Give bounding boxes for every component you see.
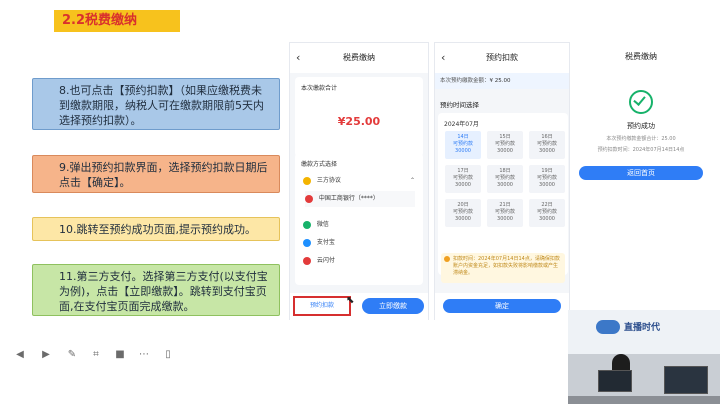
date-cell[interactable]: 21日 可预约款 30000 [487, 199, 523, 227]
monitor-left [598, 370, 632, 392]
phone3-header: 税费缴纳 [577, 42, 705, 72]
phone1-footer: 预约扣款 立即缴款 ⬉ [290, 293, 428, 321]
phone2-title: 预约扣款 [486, 53, 518, 62]
date-cell[interactable]: 22日 可预约款 30000 [529, 199, 565, 227]
phone1-header: ‹ 税费缴纳 [290, 43, 428, 73]
phone3-title: 税费缴纳 [625, 52, 657, 61]
phone-schedule-debit: ‹ 预约扣款 本次预约缴款金额：¥ 25.00 预约时间选择 2024年07月 … [434, 42, 570, 321]
date-cell[interactable]: 15日 可预约款 30000 [487, 131, 523, 159]
date-cell-amount: 30000 [497, 216, 513, 222]
method-unionpay[interactable]: 云闪付 [303, 253, 415, 269]
more-icon[interactable]: ⋯ [138, 349, 150, 361]
webcam-feed: 直播时代 [568, 310, 720, 404]
phone2-header: ‹ 预约扣款 [435, 43, 569, 73]
date-cell-day: 16日 [541, 134, 553, 140]
phone-success: 税费缴纳 预约成功 本次预约缴款金额合计：25.00 预约扣款时间：2024年0… [577, 42, 705, 182]
phone1-title: 税费缴纳 [343, 53, 375, 62]
date-cell-amount: 30000 [539, 216, 555, 222]
date-cell-label: 可预约款 [452, 209, 473, 215]
date-cell[interactable]: 14日 可预约款 30000 [445, 131, 481, 159]
method-tripartite[interactable]: 三方协议 ⌃ [303, 173, 415, 189]
date-cell-day: 22日 [541, 202, 553, 208]
pen-icon[interactable]: ✎ [66, 349, 78, 361]
pay-now-button[interactable]: 立即缴款 [362, 298, 424, 314]
method-wechat[interactable]: 微信 [303, 217, 415, 233]
tripartite-icon [303, 176, 311, 185]
focus-icon[interactable]: ⌗ [90, 349, 102, 361]
payment-method-card: 缴款方式选择 三方协议 ⌃ 中国工商银行（****） 微信 支付宝 云闪付 [295, 153, 423, 285]
total-amount: ¥25.00 [337, 115, 381, 128]
date-cell-amount: 30000 [539, 148, 555, 154]
phone2-footer: 确定 [435, 293, 569, 321]
success-time-line: 预约扣款时间：2024年07月14日14点 [597, 147, 685, 153]
debit-summary: 本次预约缴款金额：¥ 25.00 [435, 73, 569, 89]
confirm-button[interactable]: 确定 [443, 299, 561, 313]
alipay-icon [303, 238, 311, 247]
date-cell-amount: 30000 [455, 148, 471, 154]
note-step-10: 10.跳转至预约成功页面,提示预约成功。 [32, 217, 280, 241]
unionpay-icon [303, 256, 311, 265]
date-cell-day: 17日 [457, 168, 469, 174]
date-cell-day: 14日 [457, 134, 469, 140]
tablet-icon[interactable]: ▯ [162, 349, 174, 361]
date-cell-label: 可预约款 [494, 209, 515, 215]
cursor-icon: ⬉ [346, 295, 355, 306]
wechat-icon [303, 220, 311, 229]
date-cell-amount: 30000 [455, 216, 471, 222]
date-cell-day: 18日 [499, 168, 511, 174]
schedule-debit-button[interactable]: 预约扣款 [293, 296, 351, 316]
success-amount-line: 本次预约缴款金额合计：25.00 [606, 136, 676, 142]
date-cell-day: 19日 [541, 168, 553, 174]
note-step-9: 9.弹出预约扣款界面，选择预约扣款日期后点击【确定】。 [32, 155, 280, 193]
warning-icon [444, 256, 450, 262]
back-icon[interactable]: ‹ [296, 43, 300, 73]
date-cell[interactable]: 19日 可预约款 30000 [529, 165, 565, 193]
webcam-banner: 直播时代 [624, 323, 661, 333]
date-cell-label: 可预约款 [494, 141, 515, 147]
date-cell[interactable]: 20日 可预约款 30000 [445, 199, 481, 227]
prev-icon[interactable]: ◀ [14, 349, 26, 361]
total-label: 本次缴款合计 [301, 85, 338, 92]
date-cell[interactable]: 18日 可预约款 30000 [487, 165, 523, 193]
chevron-up-icon[interactable]: ⌃ [410, 173, 415, 189]
method-label: 缴款方式选择 [301, 161, 338, 168]
success-title: 预约成功 [627, 122, 655, 130]
date-cell[interactable]: 17日 可预约款 30000 [445, 165, 481, 193]
slide-title: 2.2税费缴纳 [54, 10, 180, 32]
date-cell-amount: 30000 [497, 182, 513, 188]
total-card: 本次缴款合计 ¥25.00 [295, 77, 423, 157]
date-cell-day: 21日 [499, 202, 511, 208]
date-cell-label: 可预约款 [494, 175, 515, 181]
date-cell-label: 可预约款 [536, 175, 557, 181]
method-icbc[interactable]: 中国工商银行（****） [305, 191, 415, 207]
date-cell-amount: 30000 [455, 182, 471, 188]
back-icon[interactable]: ‹ [441, 43, 445, 73]
method-alipay[interactable]: 支付宝 [303, 235, 415, 251]
date-cell-label: 可预约款 [536, 141, 557, 147]
note-step-8: 8.也可点击【预约扣款】（如果应缴税费未到缴款期限，纳税人可在缴款期限前5天内选… [32, 78, 280, 130]
note-step-11: 11.第三方支付。选择第三方支付(以支付宝为例)，点击【立即缴款】。跳转到支付宝… [32, 264, 280, 316]
next-icon[interactable]: ▶ [40, 349, 52, 361]
time-section-label: 预约时间选择 [440, 101, 479, 109]
calendar-month: 2024年07月 [444, 121, 479, 128]
station-logo-icon [596, 320, 620, 334]
date-cell-day: 15日 [499, 134, 511, 140]
monitor-right [664, 366, 708, 394]
date-cell-label: 可预约款 [452, 175, 473, 181]
success-check-icon [629, 90, 653, 114]
warning-notice: 扣款时间：2024年07月14日14点，请确保扣款账户内资金充足，如扣款失败将影… [441, 253, 565, 283]
date-cell-label: 可预约款 [452, 141, 473, 147]
date-cell-amount: 30000 [497, 148, 513, 154]
date-cell-day: 20日 [457, 202, 469, 208]
phone-tax-payment: ‹ 税费缴纳 本次缴款合计 ¥25.00 缴款方式选择 三方协议 ⌃ 中国工商银… [289, 42, 429, 321]
date-cell-label: 可预约款 [536, 209, 557, 215]
date-cell[interactable]: 16日 可预约款 30000 [529, 131, 565, 159]
date-cell-amount: 30000 [539, 182, 555, 188]
webcam-desk [568, 396, 720, 404]
icbc-icon [305, 194, 313, 203]
return-home-button[interactable]: 返回首页 [579, 166, 703, 180]
camera-icon[interactable]: ■ [114, 349, 126, 361]
